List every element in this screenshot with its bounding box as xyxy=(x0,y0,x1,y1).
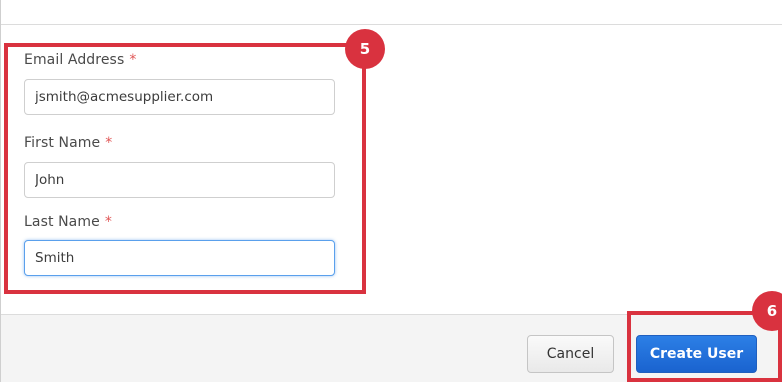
form-step-highlight xyxy=(4,43,366,294)
create-user-dialog: Email Address* First Name* Last Name* Ca… xyxy=(0,0,782,382)
dialog-header-strip xyxy=(0,0,782,25)
form-step-badge: 5 xyxy=(345,29,385,69)
cancel-button[interactable]: Cancel xyxy=(527,335,614,373)
